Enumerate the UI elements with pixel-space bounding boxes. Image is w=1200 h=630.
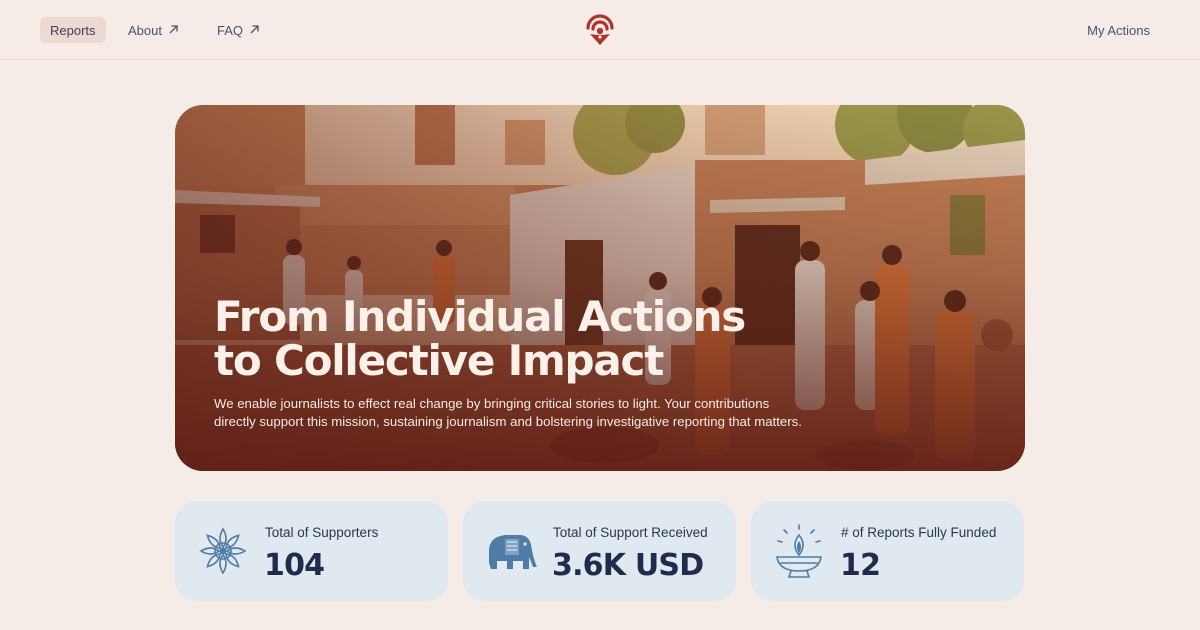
stat-label: # of Reports Fully Funded <box>841 525 997 540</box>
diya-lamp-icon <box>771 523 827 579</box>
hero-subtitle-line-1: We enable journalists to effect real cha… <box>214 396 770 411</box>
stat-value: 12 <box>840 548 881 583</box>
top-navigation: Reports About FAQ My Actions <box>0 0 1200 60</box>
nav-my-actions-label: My Actions <box>1087 22 1150 38</box>
arrow-up-right-icon <box>168 24 179 37</box>
brand-logo[interactable] <box>584 14 616 46</box>
stat-label: Total of Support Received <box>553 525 708 540</box>
stat-value: 104 <box>264 548 325 583</box>
elephant-icon <box>483 523 539 579</box>
stat-card-supporters: Total of Supporters 104 <box>175 501 448 601</box>
nav-reports-link[interactable]: Reports <box>40 17 106 43</box>
hero-subtitle-line-2: directly support this mission, sustainin… <box>214 414 802 429</box>
nav-about-label: About <box>128 22 162 38</box>
nav-faq-label: FAQ <box>217 22 244 38</box>
hero-subtitle: We enable journalists to effect real cha… <box>214 395 854 431</box>
hero-title-line-2: to Collective Impact <box>214 336 664 385</box>
nav-faq-link[interactable]: FAQ <box>207 17 270 43</box>
arrow-up-right-icon <box>249 24 260 37</box>
hero-banner: From Individual Actions to Collective Im… <box>175 105 1025 471</box>
nav-reports-label: Reports <box>50 22 96 38</box>
stat-card-reports-funded: # of Reports Fully Funded 12 <box>751 501 1024 601</box>
mandala-flower-icon <box>195 523 251 579</box>
signal-pin-logo-icon <box>586 14 614 45</box>
stat-card-support-received: Total of Support Received 3.6K USD <box>463 501 736 601</box>
nav-my-actions-link[interactable]: My Actions <box>1077 17 1160 43</box>
hero-title-line-1: From Individual Actions <box>214 292 746 341</box>
hero-title: From Individual Actions to Collective Im… <box>214 295 914 383</box>
stat-value: 3.6K USD <box>552 548 704 583</box>
nav-about-link[interactable]: About <box>118 17 189 43</box>
stat-label: Total of Supporters <box>265 525 379 540</box>
